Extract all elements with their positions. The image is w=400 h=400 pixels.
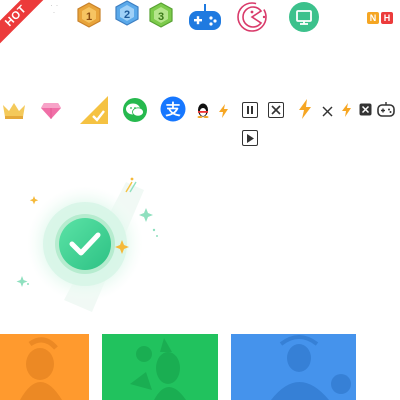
gamepad-outline-icon [377,102,395,122]
level-1-number: 1 [86,11,92,23]
close-box-icon[interactable] [268,102,284,118]
lightning-small-icon [219,104,228,123]
success-check-illustration [14,172,164,312]
wechat-icon [122,98,148,127]
gamepad-icon [188,2,222,30]
pacman-icon [235,0,269,34]
level-2-badge-icon: 2 [114,0,140,26]
green-game-thumbnail[interactable] [102,334,218,400]
pause-button-icon[interactable] [242,102,258,118]
level-3-badge-icon: 3 [148,2,174,28]
crown-icon [2,100,26,125]
orange-thumbnail-art [0,334,89,400]
green-thumbnail-art [102,334,218,400]
orange-game-thumbnail[interactable] [0,334,89,400]
new-badge-icon: N [367,12,379,24]
qq-penguin-icon [196,102,210,123]
hot-corner-badge: HOT [0,0,44,44]
alipay-icon: 支 [160,96,186,127]
level-3-number: 3 [158,11,164,23]
play-button-icon[interactable] [242,130,258,146]
lightning-small-icon-2 [342,103,351,122]
close-box-small-icon[interactable] [359,103,372,121]
monitor-icon [289,2,319,32]
blue-thumbnail-art [231,334,356,400]
level-2-number: 2 [124,9,130,21]
lightning-icon [298,99,312,124]
blue-game-thumbnail[interactable] [231,334,356,400]
hot-mini-badge-icon: H [381,12,393,24]
svg-text:支: 支 [164,101,181,119]
close-icon[interactable] [322,104,333,122]
sparkle-dots-icon: · · · [50,0,59,17]
yellow-corner-check-icon [80,96,108,129]
hot-label: HOT [0,0,44,44]
level-1-badge-icon: 1 [76,2,102,28]
diamond-icon [40,102,62,125]
